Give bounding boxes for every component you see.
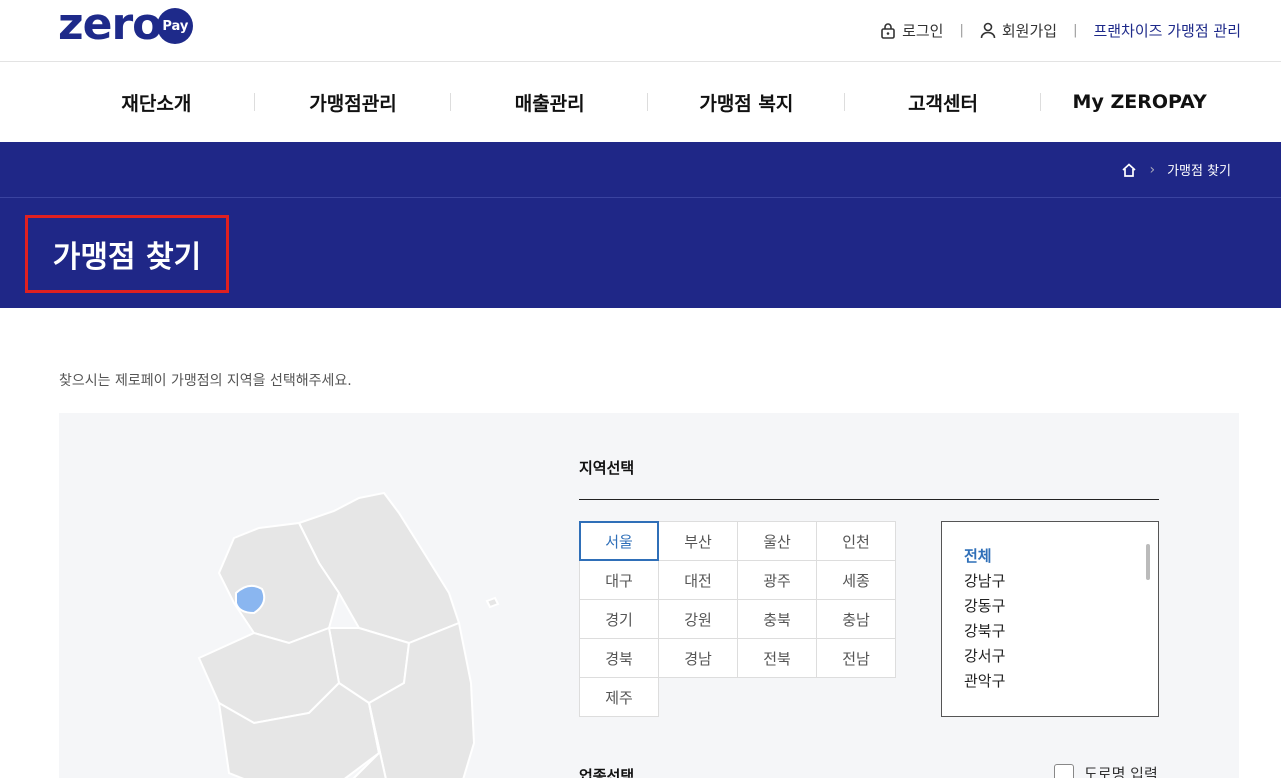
district-item[interactable]: 관악구 — [964, 669, 1158, 694]
franchise-label: 프랜차이즈 가맹점 관리 — [1093, 22, 1241, 40]
region-busan-button[interactable]: 부산 — [658, 521, 738, 561]
zeropay-logo[interactable]: zero Pay — [58, 0, 194, 50]
region-jeonbuk-button[interactable]: 전북 — [737, 638, 817, 678]
signup-link[interactable]: 회원가입 — [980, 20, 1057, 41]
region-row: 대구 대전 광주 세종 — [579, 560, 899, 600]
logo-text: zero — [58, 0, 162, 50]
divider — [0, 197, 1281, 198]
user-icon — [980, 22, 996, 39]
district-item[interactable]: 강서구 — [964, 644, 1158, 669]
search-panel: 지역선택 서울 부산 울산 인천 대구 대전 광주 세종 경기 강원 충북 충남… — [59, 413, 1239, 778]
franchise-link[interactable]: 프랜차이즈 가맹점 관리 — [1093, 20, 1241, 41]
region-incheon-button[interactable]: 인천 — [816, 521, 896, 561]
region-gangwon-button[interactable]: 강원 — [658, 599, 738, 639]
region-gyeongnam-button[interactable]: 경남 — [658, 638, 738, 678]
district-item[interactable]: 강북구 — [964, 619, 1158, 644]
region-chungnam-button[interactable]: 충남 — [816, 599, 896, 639]
map-region-seoul — [235, 584, 266, 615]
region-jeju-button[interactable]: 제주 — [579, 677, 659, 717]
nav-foundation[interactable]: 재단소개 — [58, 89, 255, 116]
nav-my-zeropay[interactable]: My ZEROPAY — [1041, 91, 1238, 113]
home-icon[interactable] — [1121, 162, 1137, 177]
road-name-toggle[interactable]: 도로명 입력 — [1054, 763, 1158, 778]
road-name-checkbox[interactable] — [1054, 763, 1074, 778]
nav-merchant-welfare[interactable]: 가맹점 복지 — [648, 89, 845, 116]
region-row: 경북 경남 전북 전남 — [579, 638, 899, 678]
page-title: 가맹점 찾기 — [25, 215, 229, 293]
breadcrumb: › 가맹점 찾기 — [1121, 160, 1231, 179]
logo-pay-badge: Pay — [157, 8, 194, 44]
district-item[interactable]: 강남구 — [964, 569, 1158, 594]
region-gwangju-button[interactable]: 광주 — [737, 560, 817, 600]
district-item[interactable]: 강동구 — [964, 594, 1158, 619]
region-select-label: 지역선택 — [579, 459, 635, 477]
region-jeonnam-button[interactable]: 전남 — [816, 638, 896, 678]
region-seoul-button[interactable]: 서울 — [579, 521, 659, 561]
lock-icon — [881, 23, 895, 39]
nav-merchant-management[interactable]: 가맹점관리 — [255, 89, 452, 116]
region-row: 제주 — [579, 677, 899, 717]
scrollbar-thumb[interactable] — [1146, 544, 1150, 580]
nav-customer-center[interactable]: 고객센터 — [845, 89, 1042, 116]
login-link[interactable]: 로그인 — [880, 20, 943, 41]
region-daegu-button[interactable]: 대구 — [579, 560, 659, 600]
divider: | — [959, 23, 964, 38]
business-type-label: 업종선택 — [579, 767, 635, 778]
nav-sales-management[interactable]: 매출관리 — [451, 89, 648, 116]
main-navigation: 재단소개 가맹점관리 매출관리 가맹점 복지 고객센터 My ZEROPAY — [58, 62, 1238, 142]
region-sejong-button[interactable]: 세종 — [816, 560, 896, 600]
divider: | — [1073, 23, 1078, 38]
region-row: 서울 부산 울산 인천 — [579, 521, 899, 561]
login-label: 로그인 — [902, 22, 944, 40]
district-list[interactable]: 전체 강남구 강동구 강북구 강서구 관악구 — [941, 521, 1159, 717]
breadcrumb-current: 가맹점 찾기 — [1167, 164, 1231, 179]
page-banner: › 가맹점 찾기 가맹점 찾기 — [0, 142, 1281, 308]
region-gyeongbuk-button[interactable]: 경북 — [579, 638, 659, 678]
region-ulsan-button[interactable]: 울산 — [737, 521, 817, 561]
region-daejeon-button[interactable]: 대전 — [658, 560, 738, 600]
korea-map — [197, 491, 500, 778]
signup-label: 회원가입 — [1001, 22, 1058, 40]
utility-menu: 로그인 | 회원가입 | 프랜차이즈 가맹점 관리 — [880, 20, 1241, 41]
region-chungbuk-button[interactable]: 충북 — [737, 599, 817, 639]
region-row: 경기 강원 충북 충남 — [579, 599, 899, 639]
region-gyeonggi-button[interactable]: 경기 — [579, 599, 659, 639]
district-item-all[interactable]: 전체 — [964, 544, 1158, 569]
chevron-right-icon: › — [1149, 161, 1156, 178]
top-bar: zero Pay 로그인 | 회원가입 | 프랜차이즈 가맹점 관리 — [0, 0, 1281, 62]
region-grid: 서울 부산 울산 인천 대구 대전 광주 세종 경기 강원 충북 충남 경북 경… — [579, 521, 899, 717]
road-name-label: 도로명 입력 — [1084, 765, 1158, 778]
divider — [579, 499, 1159, 500]
guide-text: 찾으시는 제로페이 가맹점의 지역을 선택해주세요. — [59, 373, 352, 389]
map-region-small-island — [485, 596, 500, 609]
